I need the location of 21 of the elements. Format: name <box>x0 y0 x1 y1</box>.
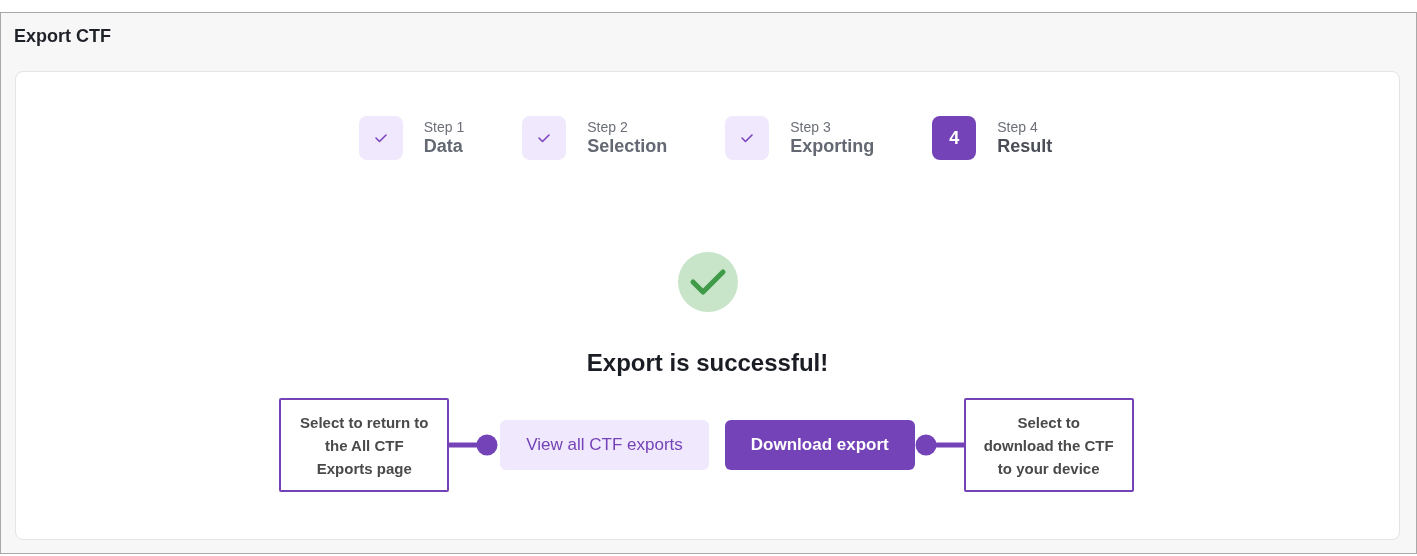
step-caption: Step 3 <box>790 119 832 135</box>
view-exports-button[interactable]: View all CTF exports <box>500 420 709 470</box>
step-caption: Step 1 <box>423 119 465 135</box>
leader-line <box>914 434 964 456</box>
window-title: Export CTF <box>13 25 112 48</box>
check-icon <box>537 133 552 143</box>
step-number-badge: 4 <box>932 116 977 160</box>
check-icon <box>373 133 388 143</box>
step-label: Exporting <box>790 136 875 157</box>
leader-line <box>449 434 499 456</box>
step-label: Result <box>997 136 1053 157</box>
step-label: Data <box>423 136 464 157</box>
callout-box: Select to download the CTF to your device <box>963 398 1134 492</box>
download-button[interactable]: Download export <box>724 420 915 470</box>
step-caption: Step 2 <box>587 119 629 135</box>
check-icon <box>740 133 755 143</box>
step-caption: Step 4 <box>997 119 1039 135</box>
callout-box: Select to return to the All CTF Exports page <box>279 398 450 492</box>
success-message: Export is successful! <box>586 349 829 377</box>
step-label: Selection <box>587 136 668 157</box>
check-icon <box>688 268 727 296</box>
